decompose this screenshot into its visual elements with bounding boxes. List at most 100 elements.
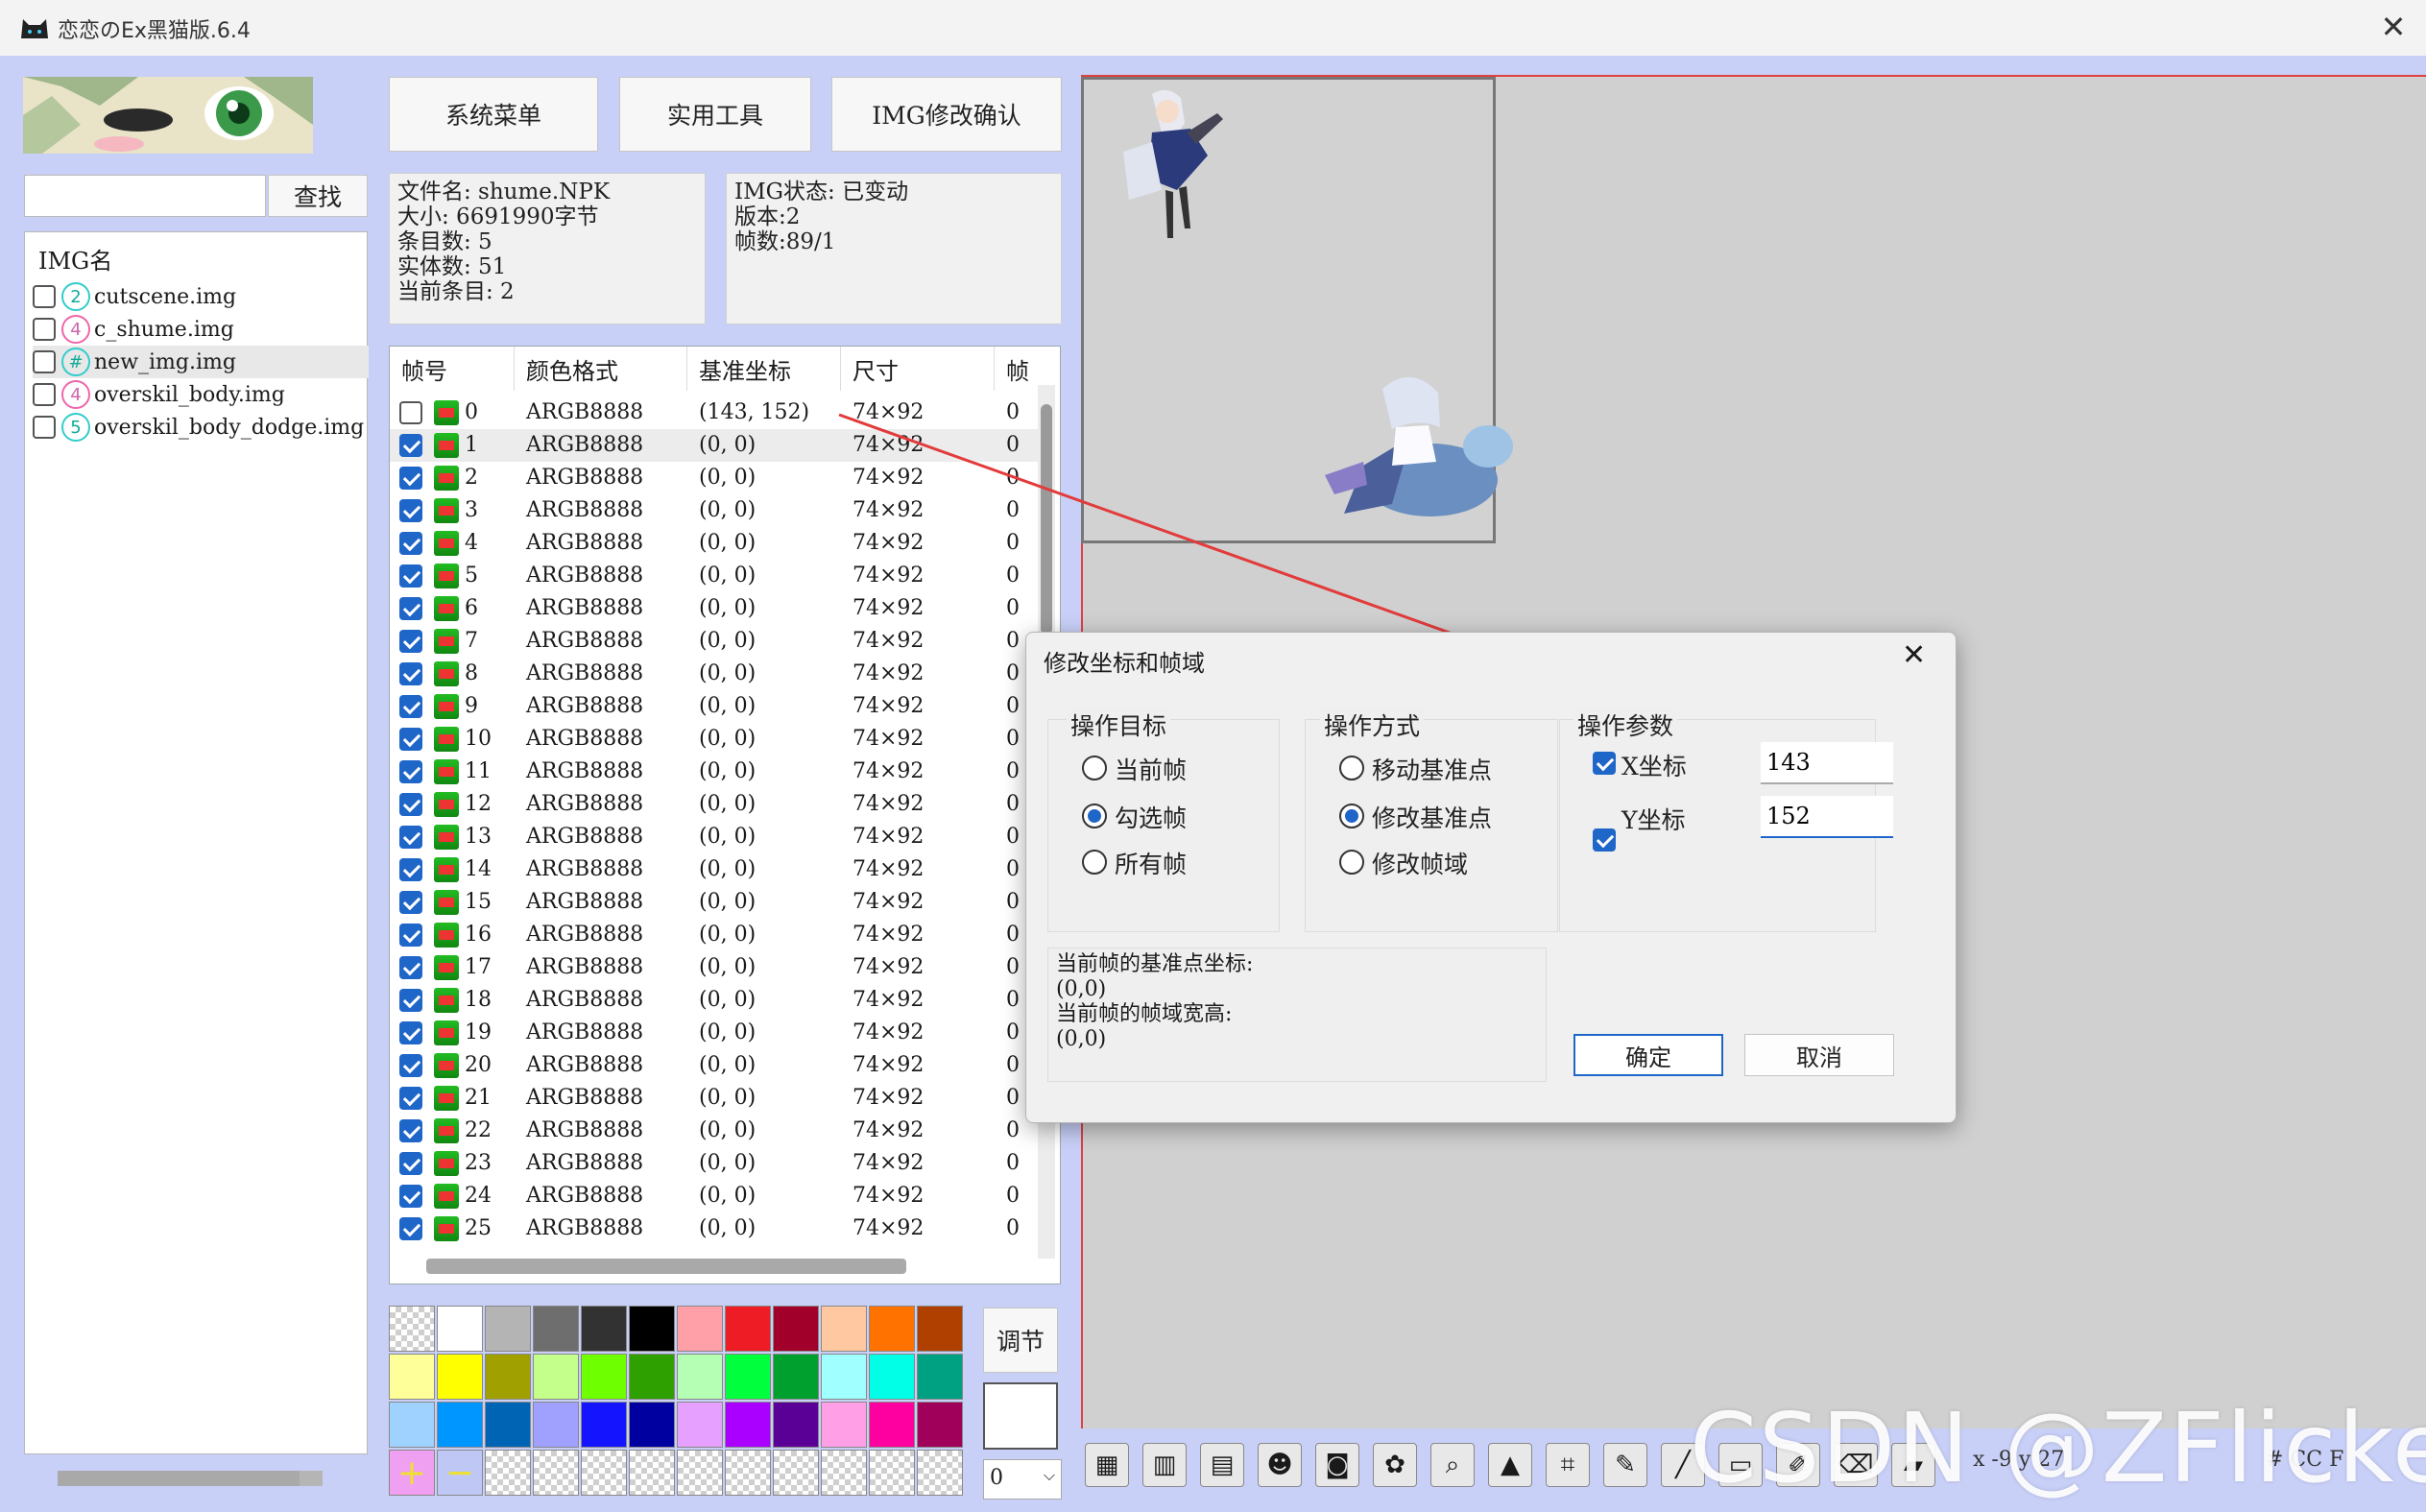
color-swatch[interactable] [773,1402,819,1448]
color-swatch[interactable] [389,1354,435,1400]
empty-swatch[interactable] [725,1450,771,1496]
checkbox[interactable] [33,416,56,439]
crop-icon[interactable]: ⌗ [1546,1443,1590,1487]
col-header-size[interactable]: 尺寸 [841,347,995,391]
row-checkbox[interactable] [399,760,422,783]
paw-icon[interactable]: ✿ [1373,1443,1417,1487]
film-icon[interactable]: ▤ [1200,1443,1244,1487]
table-row[interactable]: 17 ARGB8888 (0, 0) 74×92 0 [390,951,1043,984]
row-checkbox[interactable] [399,695,422,718]
color-swatch[interactable] [677,1306,723,1352]
table-row[interactable]: 15 ARGB8888 (0, 0) 74×92 0 [390,886,1043,919]
empty-swatch[interactable] [581,1450,627,1496]
radio-checked-frames[interactable] [1082,804,1107,828]
img-list-item[interactable]: 2 cutscene.img [33,280,369,313]
row-checkbox[interactable] [399,858,422,881]
color-swatch[interactable] [485,1402,531,1448]
row-checkbox[interactable] [399,956,422,979]
col-header-extra[interactable]: 帧 [995,347,1043,391]
color-grid-icon[interactable]: ▥ [1142,1443,1187,1487]
img-list-item[interactable]: 4 c_shume.img [33,313,369,346]
img-list[interactable]: IMG名 2 cutscene.img 4 c_shume.img # new_img… [24,231,369,1486]
color-swatch[interactable] [869,1354,915,1400]
radio-label[interactable]: 勾选帧 [1115,800,1187,834]
empty-swatch[interactable] [869,1450,915,1496]
row-checkbox[interactable] [399,891,422,914]
color-swatch[interactable] [437,1306,483,1352]
row-checkbox[interactable] [399,467,422,490]
radio-label[interactable]: 修改帧域 [1372,846,1468,880]
row-checkbox[interactable] [399,1152,422,1175]
color-swatch[interactable] [677,1354,723,1400]
table-row[interactable]: 23 ARGB8888 (0, 0) 74×92 0 [390,1147,1043,1180]
img-list-scroll-thumb[interactable] [58,1471,300,1486]
row-checkbox[interactable] [399,989,422,1012]
color-swatch[interactable] [725,1354,771,1400]
table-row[interactable]: 18 ARGB8888 (0, 0) 74×92 0 [390,984,1043,1017]
row-checkbox[interactable] [399,499,422,522]
radio-modify-anchor[interactable] [1339,804,1364,828]
img-list-item-selected[interactable]: # new_img.img [33,346,369,378]
color-swatch[interactable] [485,1306,531,1352]
color-swatch[interactable] [917,1306,963,1352]
row-checkbox[interactable] [399,1021,422,1044]
close-icon[interactable]: ✕ [2376,8,2411,46]
row-checkbox[interactable] [399,826,422,849]
empty-swatch[interactable] [533,1450,579,1496]
img-list-item[interactable]: 5 overskil_body_dodge.img [33,411,369,444]
dialog-close-icon[interactable]: ✕ [1902,638,1926,672]
search-button[interactable]: 查找 [268,175,368,217]
system-menu-button[interactable]: 系统菜单 [389,77,598,152]
color-swatch[interactable] [869,1306,915,1352]
col-header-frame[interactable]: 帧号 [390,347,515,391]
color-swatch[interactable] [533,1306,579,1352]
cat-icon[interactable]: ☻ [1258,1443,1302,1487]
checkbox[interactable] [33,318,56,341]
color-swatch[interactable] [437,1402,483,1448]
color-swatch[interactable] [581,1354,627,1400]
checkbox[interactable] [33,350,56,373]
row-checkbox[interactable] [399,728,422,751]
color-swatch[interactable] [629,1306,675,1352]
radio-label[interactable]: 所有帧 [1115,846,1187,880]
empty-swatch[interactable] [773,1450,819,1496]
table-row[interactable]: 22 ARGB8888 (0, 0) 74×92 0 [390,1115,1043,1147]
table-row[interactable]: 21 ARGB8888 (0, 0) 74×92 0 [390,1082,1043,1115]
table-row[interactable]: 20 ARGB8888 (0, 0) 74×92 0 [390,1049,1043,1082]
row-checkbox[interactable] [399,662,422,685]
radio-current-frame[interactable] [1082,756,1107,780]
color-swatch[interactable] [629,1402,675,1448]
image-edit-icon[interactable]: ▦ [1085,1443,1129,1487]
row-checkbox[interactable] [399,924,422,947]
row-checkbox[interactable] [399,630,422,653]
color-swatch[interactable] [725,1306,771,1352]
color-swatch[interactable] [917,1354,963,1400]
y-coordinate-input[interactable] [1761,796,1893,838]
pencil-icon[interactable]: ✎ [1603,1443,1647,1487]
ok-button[interactable]: 确定 [1573,1034,1723,1076]
table-row[interactable]: 24 ARGB8888 (0, 0) 74×92 0 [390,1180,1043,1212]
add-color-icon[interactable]: + [389,1450,435,1496]
img-list-item[interactable]: 4 overskil_body.img [33,378,369,411]
table-row[interactable]: 25 ARGB8888 (0, 0) 74×92 0 [390,1212,1043,1245]
color-swatch[interactable] [485,1354,531,1400]
cancel-button[interactable]: 取消 [1744,1034,1894,1076]
mountain-icon[interactable]: ▲ [1488,1443,1532,1487]
transparent-swatch[interactable] [389,1306,435,1352]
search-input[interactable] [24,175,266,217]
table-row[interactable]: 12 ARGB8888 (0, 0) 74×92 0 [390,788,1043,821]
color-swatch[interactable] [869,1402,915,1448]
empty-swatch[interactable] [677,1450,723,1496]
col-header-format[interactable]: 颜色格式 [515,347,687,391]
zoom-icon[interactable]: ⌕ [1430,1443,1475,1487]
color-swatch[interactable] [773,1354,819,1400]
color-swatch[interactable] [677,1402,723,1448]
adjust-button[interactable]: 调节 [983,1308,1058,1373]
checkbox[interactable] [33,383,56,406]
color-swatch[interactable] [821,1306,867,1352]
utilities-button[interactable]: 实用工具 [619,77,811,152]
table-row[interactable]: 16 ARGB8888 (0, 0) 74×92 0 [390,919,1043,951]
checkbox[interactable] [33,285,56,308]
row-checkbox[interactable] [399,1217,422,1240]
remove-color-icon[interactable]: − [437,1450,483,1496]
